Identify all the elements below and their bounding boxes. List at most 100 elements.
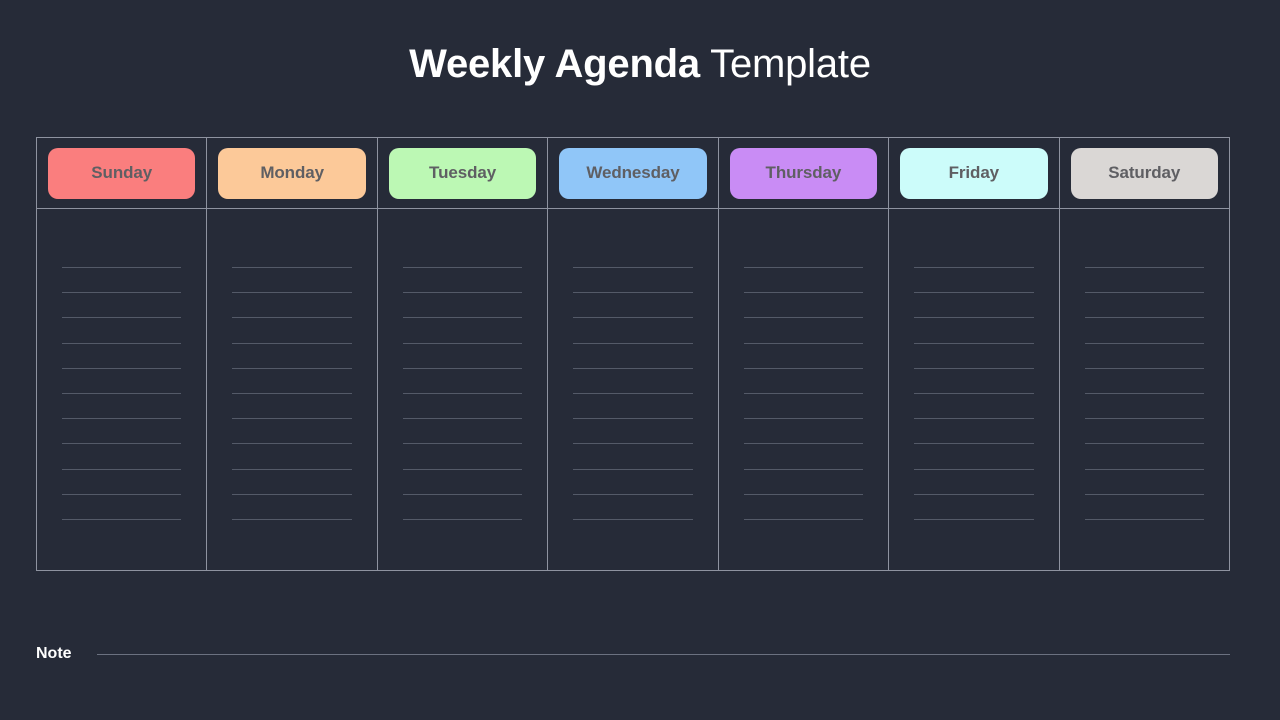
rule-line xyxy=(62,519,182,520)
rule-line xyxy=(402,317,523,319)
day-notes-area-thursday[interactable] xyxy=(719,209,888,570)
rule-line xyxy=(914,267,1034,268)
rule-line xyxy=(1084,493,1204,495)
rule-line xyxy=(402,393,523,394)
rule-line xyxy=(743,493,864,495)
rule-line xyxy=(914,393,1034,394)
rule-line xyxy=(232,367,352,369)
rule-line xyxy=(1084,468,1204,470)
weekly-agenda-table: Sunday Monday Tuesday Wednesday Thursday Frid… xyxy=(36,137,1230,571)
rule-line xyxy=(573,519,693,520)
rule-line xyxy=(914,519,1034,520)
rule-line xyxy=(1084,393,1204,394)
rule-line xyxy=(573,342,693,344)
day-notes-area-sunday[interactable] xyxy=(37,209,206,570)
day-column-thursday: Thursday xyxy=(718,138,890,570)
rule-line xyxy=(573,493,693,495)
rule-line xyxy=(1084,519,1204,520)
rule-line xyxy=(743,519,864,520)
rule-line xyxy=(914,418,1034,420)
rule-line xyxy=(573,468,693,470)
day-column-sunday: Sunday xyxy=(37,138,208,570)
day-header-cell: Saturday xyxy=(1059,138,1229,209)
rule-line xyxy=(1084,418,1204,420)
rule-line xyxy=(573,267,693,268)
rule-line xyxy=(402,493,523,495)
rule-line xyxy=(914,292,1034,294)
rule-line xyxy=(402,342,523,344)
rule-line xyxy=(402,443,523,445)
rule-line xyxy=(914,317,1034,319)
rule-line xyxy=(232,493,352,495)
note-writing-line[interactable] xyxy=(96,653,1230,655)
day-pill-thursday[interactable]: Thursday xyxy=(729,147,878,199)
day-pill-saturday[interactable]: Saturday xyxy=(1070,147,1218,199)
rule-line xyxy=(1084,342,1204,344)
rule-line xyxy=(573,317,693,319)
rule-line xyxy=(743,342,864,344)
day-column-tuesday: Tuesday xyxy=(377,138,549,570)
day-notes-area-saturday[interactable] xyxy=(1060,209,1229,570)
day-notes-area-wednesday[interactable] xyxy=(548,209,717,570)
rule-line xyxy=(62,468,182,470)
note-label: Note xyxy=(36,645,72,662)
day-notes-area-monday[interactable] xyxy=(207,209,376,570)
rule-line xyxy=(402,468,523,470)
rule-line xyxy=(914,367,1034,369)
rule-line xyxy=(402,367,523,369)
rule-line xyxy=(232,418,352,420)
rule-line xyxy=(232,519,352,520)
day-column-friday: Friday xyxy=(889,138,1060,570)
day-pill-tuesday[interactable]: Tuesday xyxy=(388,147,537,199)
day-column-monday: Monday xyxy=(207,138,378,570)
rule-line xyxy=(402,292,523,294)
rule-line xyxy=(62,493,182,495)
rule-line xyxy=(1084,367,1204,369)
rule-line xyxy=(573,443,693,445)
rule-line xyxy=(1084,317,1204,319)
day-pill-sunday[interactable]: Sunday xyxy=(48,147,196,199)
rule-line xyxy=(573,393,693,394)
rule-line xyxy=(573,292,693,294)
day-header-cell: Wednesday xyxy=(548,138,718,209)
rule-line xyxy=(62,342,182,344)
rule-line xyxy=(1084,267,1204,268)
rule-line xyxy=(573,418,693,420)
day-notes-area-friday[interactable] xyxy=(889,209,1058,570)
day-notes-area-tuesday[interactable] xyxy=(378,209,547,570)
rule-line xyxy=(743,468,864,470)
page-title: Weekly Agenda Template xyxy=(0,40,1280,88)
rule-line xyxy=(62,292,182,294)
day-pill-monday[interactable]: Monday xyxy=(218,147,366,199)
rule-line xyxy=(232,317,352,319)
rule-line xyxy=(914,342,1034,344)
day-column-wednesday: Wednesday xyxy=(548,138,719,570)
day-header-cell: Sunday xyxy=(37,138,207,209)
rule-line xyxy=(232,342,352,344)
rule-line xyxy=(232,393,352,394)
rule-line xyxy=(743,292,864,294)
day-column-saturday: Saturday xyxy=(1059,138,1230,570)
day-pill-friday[interactable]: Friday xyxy=(900,147,1048,199)
rule-line xyxy=(743,317,864,319)
rule-line xyxy=(62,443,182,445)
day-header-cell: Monday xyxy=(207,138,377,209)
day-header-cell: Tuesday xyxy=(377,138,548,209)
day-pill-wednesday[interactable]: Wednesday xyxy=(559,147,707,199)
rule-line xyxy=(62,393,182,394)
rule-line xyxy=(62,418,182,420)
rule-line xyxy=(743,418,864,420)
page-title-light: Template xyxy=(699,42,871,86)
rule-line xyxy=(743,393,864,394)
rule-line xyxy=(402,519,523,520)
rule-line xyxy=(402,267,523,268)
rule-line xyxy=(62,317,182,319)
rule-line xyxy=(402,418,523,420)
rule-line xyxy=(62,267,182,268)
day-header-cell: Friday xyxy=(889,138,1059,209)
rule-line xyxy=(914,493,1034,495)
rule-line xyxy=(232,267,352,268)
rule-line xyxy=(1084,443,1204,445)
rule-line xyxy=(743,267,864,268)
note-section: Note xyxy=(36,640,1230,668)
